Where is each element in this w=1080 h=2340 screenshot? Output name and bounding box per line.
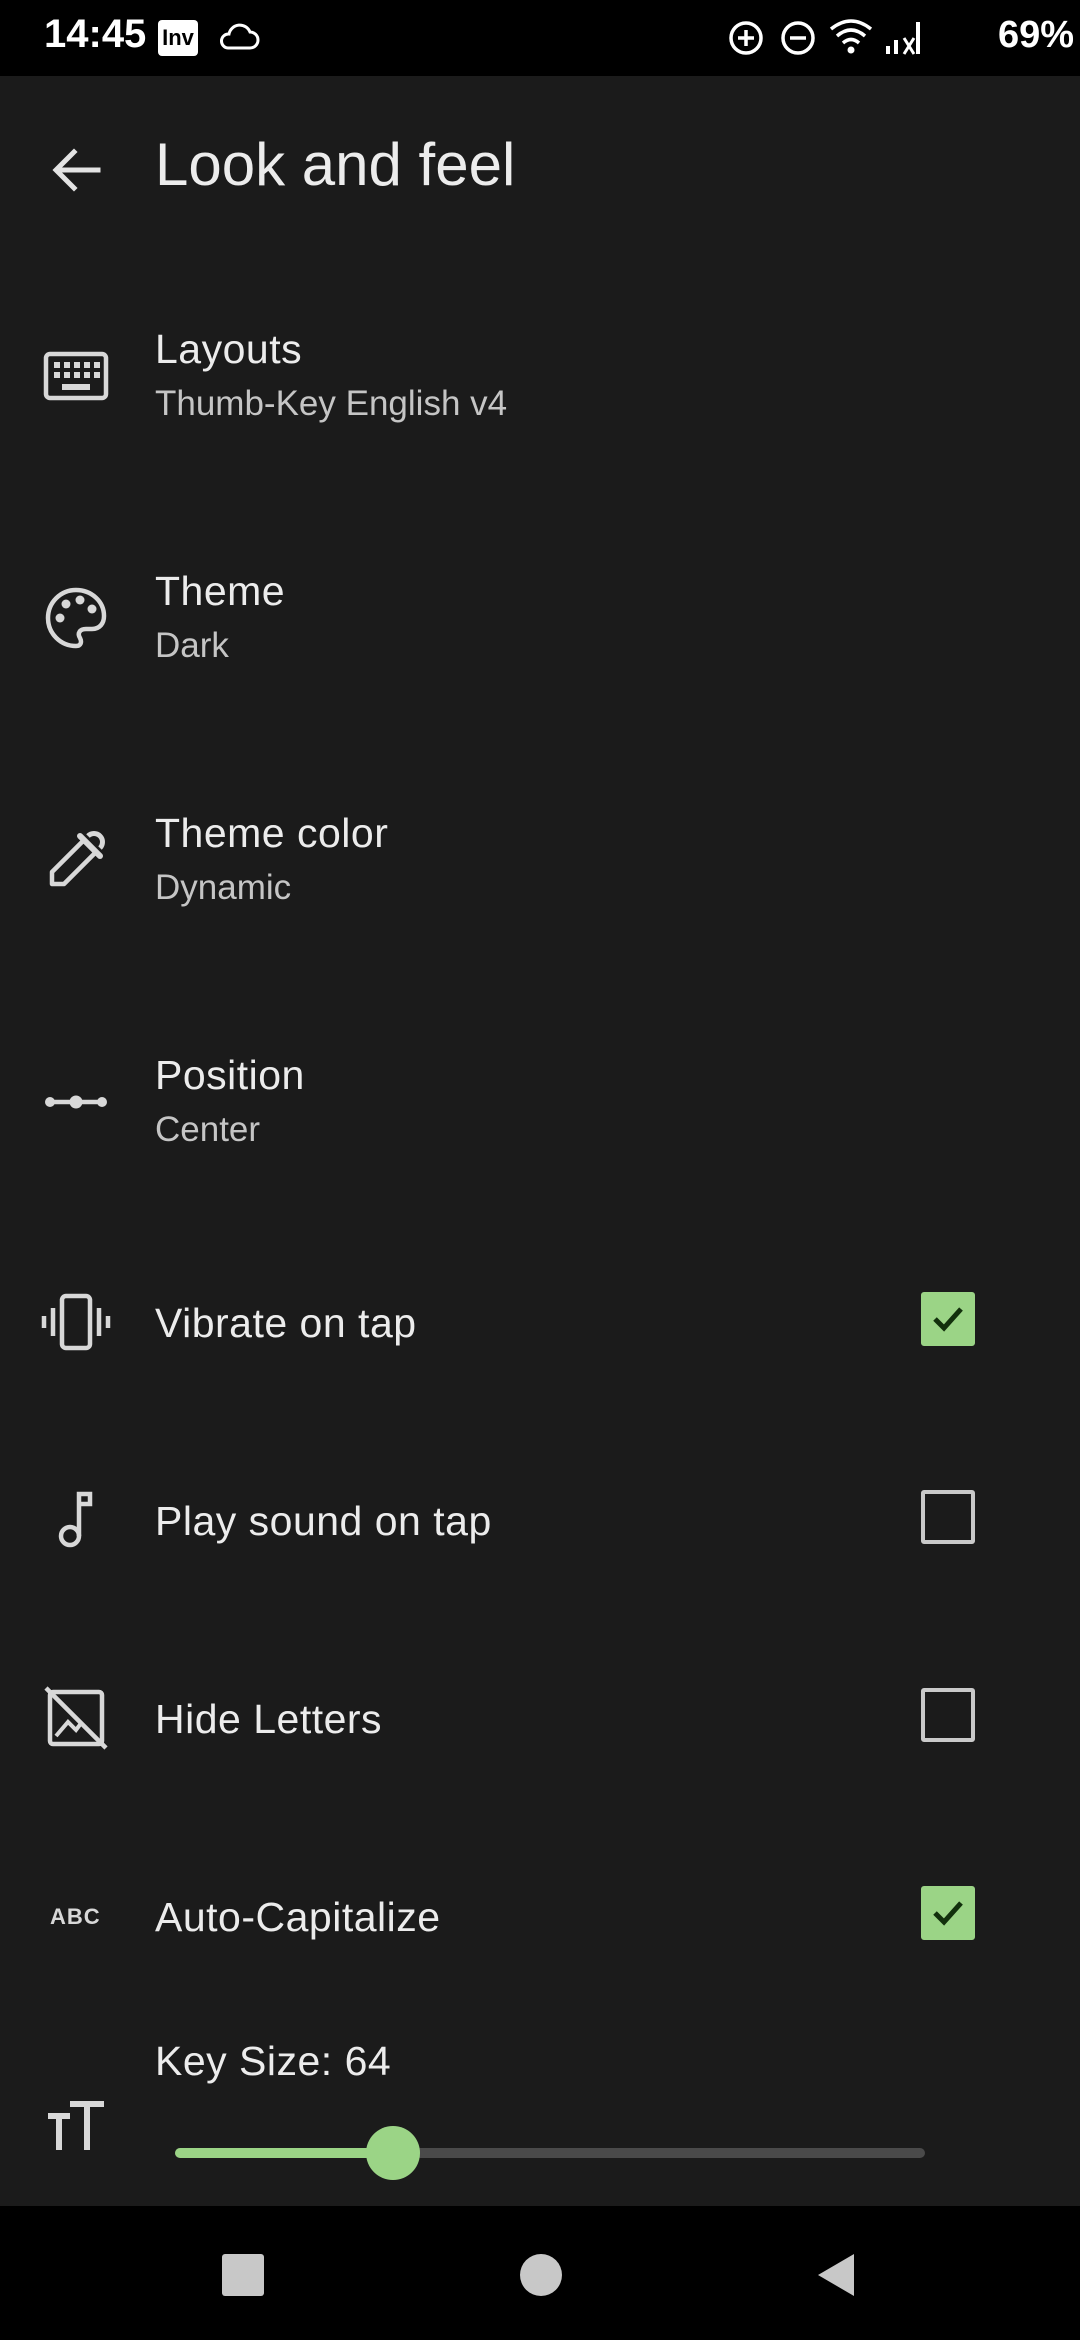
abc-icon: ABC <box>40 1880 112 1952</box>
setting-hide-letters[interactable]: Hide Letters <box>0 1664 1080 1774</box>
auto-capitalize-checkbox[interactable] <box>921 1886 975 1940</box>
setting-label: Auto-Capitalize <box>155 1894 441 1940</box>
music-note-icon <box>40 1484 112 1556</box>
status-icons: 69% <box>720 0 1080 76</box>
eyedropper-icon <box>40 824 112 896</box>
data-saver-icon <box>729 21 763 55</box>
setting-auto-capitalize[interactable]: ABC Auto-Capitalize <box>0 1862 1080 1972</box>
key-size-slider[interactable] <box>175 2126 925 2180</box>
vibrate-checkbox[interactable] <box>921 1292 975 1346</box>
navigation-bar <box>0 2206 1080 2340</box>
setting-label: Key Size: 64 <box>155 2038 392 2084</box>
setting-label: Position <box>155 1052 305 1098</box>
wifi-icon <box>829 19 873 54</box>
cloud-icon <box>218 22 260 57</box>
setting-label: Hide Letters <box>155 1696 383 1742</box>
home-icon[interactable] <box>520 2254 562 2296</box>
setting-vibrate-on-tap[interactable]: Vibrate on tap <box>0 1268 1080 1378</box>
setting-label: Play sound on tap <box>155 1498 492 1544</box>
setting-theme-color[interactable]: Theme color Dynamic <box>0 784 1080 934</box>
keyboard-icon <box>40 340 112 412</box>
signal-icon <box>886 22 920 55</box>
notification-app-icon: Inv <box>158 20 198 56</box>
nav-back-icon[interactable] <box>814 2250 858 2305</box>
position-icon <box>40 1066 112 1138</box>
setting-value: Dynamic <box>155 868 292 907</box>
setting-play-sound-on-tap[interactable]: Play sound on tap <box>0 1466 1080 1576</box>
status-bar: 14:45 Inv 69% <box>0 0 1080 76</box>
palette-icon <box>40 582 112 654</box>
recent-apps-icon[interactable] <box>222 2254 264 2296</box>
setting-label: Layouts <box>155 326 303 372</box>
battery-percent: 69% <box>997 14 1074 56</box>
setting-theme[interactable]: Theme Dark <box>0 542 1080 692</box>
vibrate-icon <box>40 1286 112 1358</box>
setting-value: Center <box>155 1110 261 1149</box>
page-title: Look and feel <box>155 131 516 198</box>
setting-label: Vibrate on tap <box>155 1300 417 1346</box>
setting-key-size: Key Size: 64 <box>0 2020 1080 2206</box>
setting-position[interactable]: Position Center <box>0 1026 1080 1176</box>
text-size-icon <box>40 2090 112 2162</box>
slider-thumb[interactable] <box>365 2126 420 2180</box>
status-time: 14:45 <box>44 12 147 56</box>
hide-letters-checkbox[interactable] <box>921 1688 975 1742</box>
play-sound-checkbox[interactable] <box>921 1490 975 1544</box>
setting-layouts[interactable]: Layouts Thumb-Key English v4 <box>0 300 1080 450</box>
top-app-bar: Look and feel <box>0 76 1080 256</box>
dnd-icon <box>781 21 815 55</box>
setting-value: Dark <box>155 626 229 665</box>
arrow-back-icon[interactable] <box>40 134 112 206</box>
setting-label: Theme color <box>155 810 389 856</box>
hide-image-icon <box>40 1682 112 1754</box>
slider-active-track <box>175 2148 393 2158</box>
setting-label: Theme <box>155 568 286 614</box>
setting-value: Thumb-Key English v4 <box>155 384 508 423</box>
abc-icon-text: ABC <box>50 1904 101 1929</box>
